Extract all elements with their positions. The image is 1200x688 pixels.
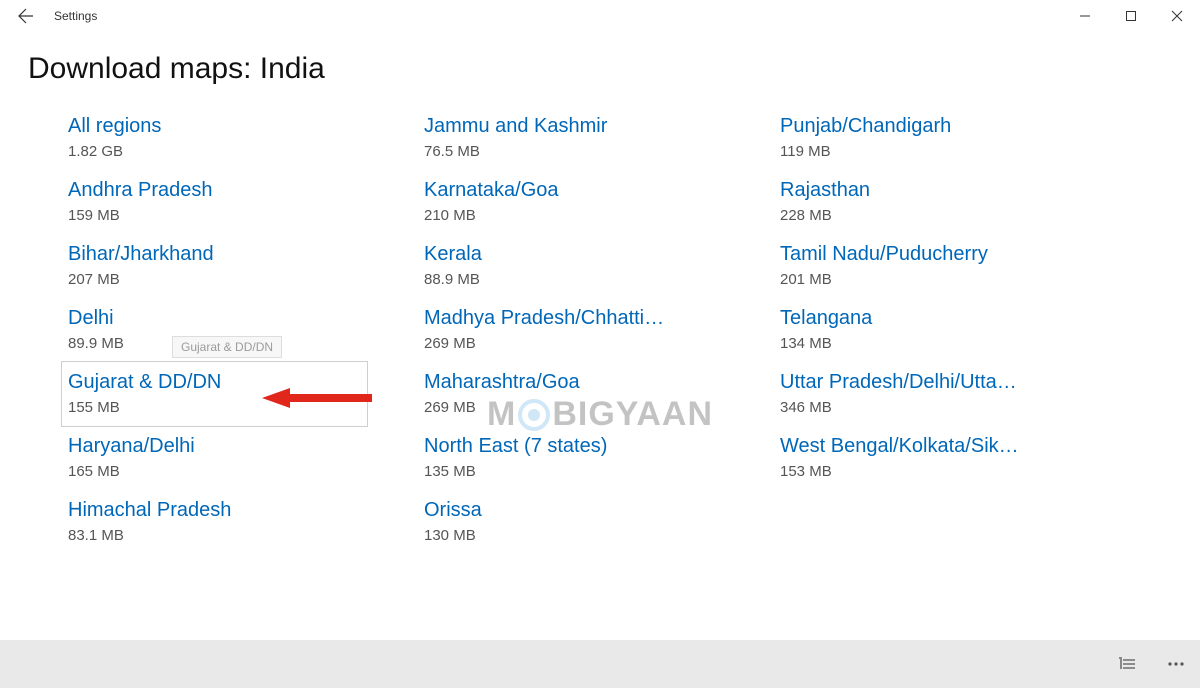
region-item[interactable]: All regions 1.82 GB xyxy=(62,106,418,170)
region-size: 165 MB xyxy=(68,463,408,480)
region-size: 83.1 MB xyxy=(68,527,408,544)
region-item[interactable]: Orissa 130 MB xyxy=(418,490,774,554)
region-size: 228 MB xyxy=(780,207,1120,224)
region-size: 130 MB xyxy=(424,527,764,544)
region-name: Jammu and Kashmir xyxy=(424,114,744,139)
region-item[interactable]: Tamil Nadu/Puducherry 201 MB xyxy=(774,234,1130,298)
region-name: North East (7 states) xyxy=(424,434,744,459)
region-name: Delhi xyxy=(68,306,388,331)
region-size: 269 MB xyxy=(424,335,764,352)
region-size: 135 MB xyxy=(424,463,764,480)
region-name: West Bengal/Kolkata/Sik… xyxy=(780,434,1100,459)
region-size: 346 MB xyxy=(780,399,1120,416)
close-icon xyxy=(1171,10,1183,22)
region-size: 201 MB xyxy=(780,271,1120,288)
region-name: All regions xyxy=(68,114,388,139)
region-name: Uttar Pradesh/Delhi/Utta… xyxy=(780,370,1100,395)
region-item[interactable]: North East (7 states) 135 MB xyxy=(418,426,774,490)
region-item[interactable]: Andhra Pradesh 159 MB xyxy=(62,170,418,234)
region-item[interactable]: Kerala 88.9 MB xyxy=(418,234,774,298)
list-view-button[interactable] xyxy=(1116,657,1140,671)
region-name: Rajasthan xyxy=(780,178,1100,203)
back-arrow-icon xyxy=(18,8,34,24)
regions-column: All regions 1.82 GB Andhra Pradesh 159 MB Bi… xyxy=(62,106,418,554)
region-item[interactable]: Karnataka/Goa 210 MB xyxy=(418,170,774,234)
regions-column: Jammu and Kashmir 76.5 MB Karnataka/Goa 210… xyxy=(418,106,774,554)
region-size: 119 MB xyxy=(780,143,1120,160)
region-name: Karnataka/Goa xyxy=(424,178,744,203)
region-size: 134 MB xyxy=(780,335,1120,352)
region-size: 1.82 GB xyxy=(68,143,408,160)
bottom-app-bar xyxy=(0,640,1200,688)
region-item[interactable]: West Bengal/Kolkata/Sik… 153 MB xyxy=(774,426,1130,490)
region-name: Himachal Pradesh xyxy=(68,498,388,523)
tooltip: Gujarat & DD/DN xyxy=(172,336,282,358)
region-name: Telangana xyxy=(780,306,1100,331)
back-button[interactable] xyxy=(8,0,44,32)
more-button[interactable] xyxy=(1164,661,1188,667)
maximize-icon xyxy=(1125,10,1137,22)
region-item[interactable]: Punjab/Chandigarh 119 MB xyxy=(774,106,1130,170)
region-name: Andhra Pradesh xyxy=(68,178,388,203)
region-name: Haryana/Delhi xyxy=(68,434,388,459)
region-size: 76.5 MB xyxy=(424,143,764,160)
region-size: 88.9 MB xyxy=(424,271,764,288)
titlebar: Settings xyxy=(0,0,1200,32)
close-button[interactable] xyxy=(1154,0,1200,32)
app-title: Settings xyxy=(54,9,97,23)
minimize-button[interactable] xyxy=(1062,0,1108,32)
list-icon xyxy=(1119,657,1137,671)
region-name: Kerala xyxy=(424,242,744,267)
region-item[interactable]: Gujarat & DD/DN155 MBGujarat & DD/DN xyxy=(61,361,368,427)
regions-grid: All regions 1.82 GB Andhra Pradesh 159 MB Bi… xyxy=(0,106,1200,554)
region-size: 153 MB xyxy=(780,463,1120,480)
region-size: 210 MB xyxy=(424,207,764,224)
region-size: 159 MB xyxy=(68,207,408,224)
maximize-button[interactable] xyxy=(1108,0,1154,32)
region-item[interactable]: Bihar/Jharkhand 207 MB xyxy=(62,234,418,298)
region-item[interactable]: Madhya Pradesh/Chhatti… 269 MB xyxy=(418,298,774,362)
region-item[interactable]: Rajasthan 228 MB xyxy=(774,170,1130,234)
window-controls xyxy=(1062,0,1200,32)
region-item[interactable]: Himachal Pradesh 83.1 MB xyxy=(62,490,418,554)
region-name: Orissa xyxy=(424,498,744,523)
region-item[interactable]: Jammu and Kashmir 76.5 MB xyxy=(418,106,774,170)
region-name: Punjab/Chandigarh xyxy=(780,114,1100,139)
region-item[interactable]: Haryana/Delhi 165 MB xyxy=(62,426,418,490)
region-item[interactable]: Uttar Pradesh/Delhi/Utta… 346 MB xyxy=(774,362,1130,426)
region-name: Madhya Pradesh/Chhatti… xyxy=(424,306,744,331)
regions-column: Punjab/Chandigarh 119 MB Rajasthan 228 MB Ta… xyxy=(774,106,1130,554)
region-size: 207 MB xyxy=(68,271,408,288)
region-name: Tamil Nadu/Puducherry xyxy=(780,242,1100,267)
region-item[interactable]: Maharashtra/Goa 269 MB xyxy=(418,362,774,426)
region-name: Maharashtra/Goa xyxy=(424,370,744,395)
page-title: Download maps: India xyxy=(0,32,1200,106)
annotation-arrow-icon xyxy=(262,386,372,410)
region-name: Bihar/Jharkhand xyxy=(68,242,388,267)
ellipsis-icon xyxy=(1167,661,1185,667)
region-item[interactable]: Telangana 134 MB xyxy=(774,298,1130,362)
region-size: 269 MB xyxy=(424,399,764,416)
minimize-icon xyxy=(1079,10,1091,22)
